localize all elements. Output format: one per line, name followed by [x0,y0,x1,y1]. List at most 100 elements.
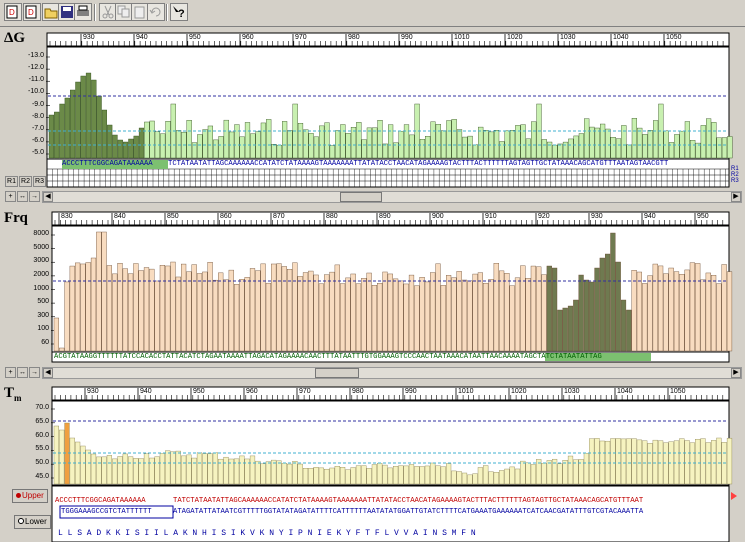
frq-scroll-thumb[interactable] [315,368,359,378]
dg-right-labels: R1 R2 R3 [731,166,739,184]
tm-bar [186,454,192,485]
r3-button[interactable]: R3 [33,176,46,187]
dg-bar [202,129,208,159]
tm-bar [287,463,293,485]
dg-bar [250,133,256,159]
tm-bar [265,461,272,485]
frq-bar [525,278,531,352]
tm-bar [297,463,303,485]
dg-bar [144,121,150,159]
tm-bar [541,462,547,485]
r3-label: R3 [731,178,739,184]
scroll-left-icon[interactable]: ◀ [43,192,53,202]
tm-bar [589,438,595,485]
dg-bar [213,139,219,159]
dg-bar [621,125,627,159]
tm-bar [170,451,176,485]
tm-bar [350,467,356,485]
scroll-right-icon[interactable]: ▶ [731,368,741,378]
frq-bar [260,263,266,352]
frq-bar [170,261,176,352]
zoom-in-icon[interactable]: + [5,367,16,378]
dg-bar [308,133,314,159]
frq-bar [191,264,197,352]
tm-bar [636,439,643,485]
dg-bar [435,124,441,159]
frq-bar [546,265,552,352]
tm-bar [318,467,325,485]
frq-bar [536,266,542,352]
frq-bar [180,263,187,352]
tm-bar [340,467,346,485]
dg-bar [282,121,288,159]
tm-bar [461,472,468,485]
collapse-icon[interactable]: → [29,367,40,378]
frq-bar [493,263,499,352]
expand-icon[interactable]: ↔ [17,191,28,202]
ruler-label: 960 [242,34,254,41]
dg-bar [562,141,569,159]
tm-bar [382,464,388,485]
dg-bar [101,109,108,159]
zoom-in-icon[interactable]: + [5,191,16,202]
dg-bar [234,124,240,159]
frq-bar [689,262,696,352]
tm-bar [726,437,733,485]
frq-bar [504,273,510,352]
dg-bar [271,144,277,159]
tm-bar [212,452,219,485]
dg-bar [716,137,722,159]
frq-bar [695,263,701,352]
tm-bar [334,466,340,485]
frq-bar [684,269,690,352]
dg-bar [372,127,378,159]
ruler-label: 950 [193,388,205,395]
ruler-label: 920 [538,213,550,220]
frq-panel [51,211,733,363]
y-tick-label: 2000 [33,270,49,278]
dg-bar [684,121,691,159]
tm-bar [695,439,701,485]
frq-bar [530,265,537,352]
frq-bar [419,277,425,352]
lower-toggle-button[interactable]: Lower [14,515,51,529]
dg-scroll-thumb[interactable] [340,192,382,202]
dg-bar [138,127,145,159]
scroll-left-icon[interactable]: ◀ [43,368,53,378]
tm-bar [117,456,123,485]
tm-bar [96,456,102,485]
ruler-label: 900 [432,213,444,220]
upper-dot-icon [16,493,21,498]
dg-bar [615,138,622,159]
tm-bar [85,449,91,485]
dg-bar [54,111,60,159]
dg-scrollbar[interactable]: ◀ ▶ [42,191,742,203]
frq-bar [673,271,680,352]
tm-bar [260,463,266,485]
dg-bar [356,122,362,159]
dg-bar [313,136,320,159]
r1-button[interactable]: R1 [5,176,18,187]
tm-bar [583,453,590,485]
tm-bar [414,466,420,485]
ruler-label: 990 [401,34,413,41]
tm-bar [711,440,717,485]
tm-bar [313,467,319,485]
dg-bar [297,123,304,159]
upper-toggle-button[interactable]: Upper [12,489,48,503]
dg-bar [197,134,203,159]
dg-bar [499,141,505,159]
dg-bar [430,121,436,159]
r2-button[interactable]: R2 [19,176,32,187]
y-tick-label: -10.0 [28,88,44,96]
scroll-right-icon[interactable]: ▶ [731,192,741,202]
frq-bar [552,267,558,352]
tm-bar [424,465,431,485]
collapse-icon[interactable]: → [29,191,40,202]
frq-bar [154,280,160,352]
y-tick-label: 60 [41,339,49,346]
frq-scrollbar[interactable]: ◀ ▶ [42,367,742,379]
frq-bar [281,266,287,352]
tm-bar [180,455,187,485]
expand-icon[interactable]: ↔ [17,367,28,378]
